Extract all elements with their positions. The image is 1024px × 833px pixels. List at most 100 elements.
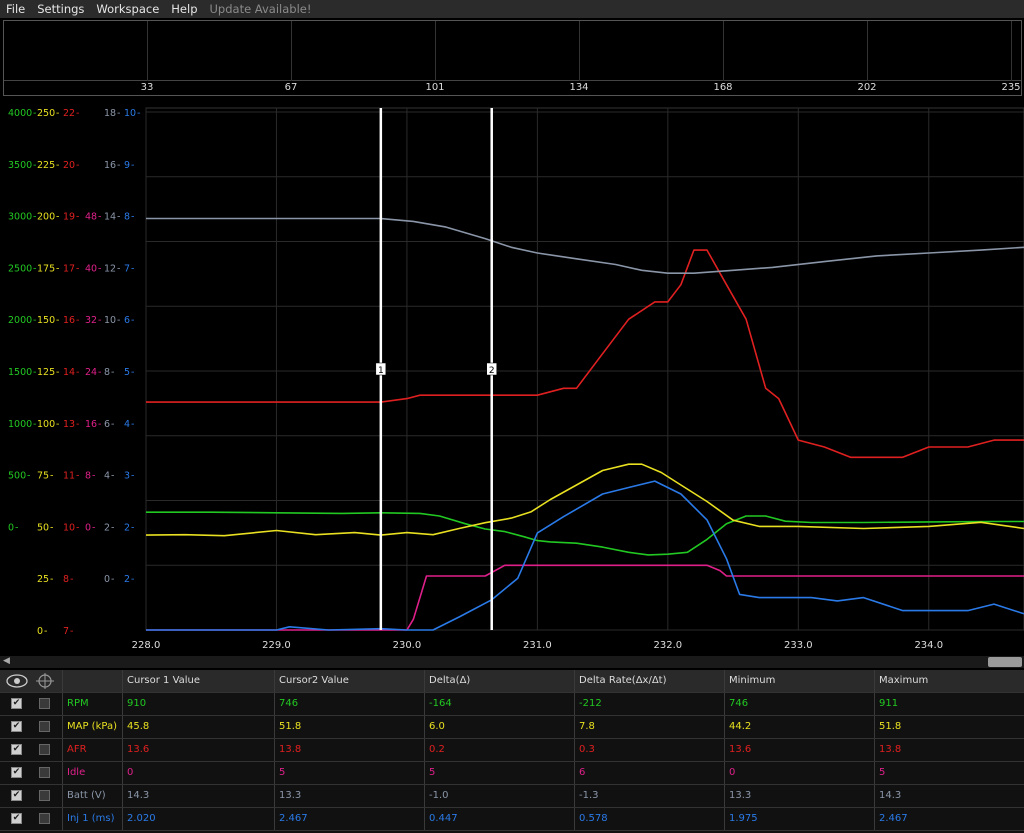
- value-cell: 2.467: [874, 808, 1024, 830]
- visible-checkbox[interactable]: ✔: [11, 813, 22, 824]
- scroll-left-icon[interactable]: ◀: [3, 656, 10, 666]
- y-tick-label-batt: 0: [104, 574, 110, 585]
- visible-checkbox[interactable]: ✔: [11, 790, 22, 801]
- overview-tick-label: 134: [569, 82, 589, 93]
- value-cell: 2.020: [122, 808, 274, 830]
- value-cell: 0.447: [424, 808, 574, 830]
- y-tick-label-afr: 8: [63, 574, 69, 585]
- x-tick-label: 234.0: [914, 640, 943, 651]
- y-tick-label-map: 75: [37, 471, 49, 482]
- timeline-overview[interactable]: 33 67 101 134 168 202 235: [3, 20, 1022, 96]
- value-cell: 910: [122, 693, 274, 715]
- value-cell: 0: [724, 762, 874, 784]
- x-tick-label: 232.0: [654, 640, 683, 651]
- y-tick-label-rpm: 500: [8, 471, 26, 482]
- cursor-values-table: Cursor 1 Value Cursor2 Value Delta(Δ) De…: [0, 670, 1024, 833]
- y-tick-dash: -: [131, 419, 134, 430]
- menu-file[interactable]: File: [0, 2, 31, 16]
- y-tick-dash: -: [117, 160, 120, 171]
- y-tick-dash: -: [131, 160, 134, 171]
- y-tick-dash: -: [33, 367, 36, 378]
- visibility-eye-icon[interactable]: [5, 672, 29, 690]
- value-cell: 5: [874, 762, 1024, 784]
- y-tick-label-idle: 24: [85, 367, 97, 378]
- target-checkbox[interactable]: [39, 698, 50, 709]
- y-tick-label-afr: 22: [63, 108, 75, 119]
- channel-name: Inj 1 (ms): [62, 808, 122, 830]
- y-tick-dash: -: [76, 212, 79, 223]
- x-tick-label: 228.0: [132, 640, 161, 651]
- y-tick-label-afr: 14: [63, 367, 75, 378]
- target-eye-icon[interactable]: [33, 672, 57, 690]
- menu-help[interactable]: Help: [165, 2, 203, 16]
- y-tick-dash: -: [27, 471, 30, 482]
- value-cell: 13.3: [724, 785, 874, 807]
- y-tick-dash: -: [117, 108, 120, 119]
- header-delta: Delta(Δ): [424, 670, 574, 692]
- header-maximum: Maximum: [874, 670, 1024, 692]
- y-tick-dash: -: [56, 108, 59, 119]
- cursor-label-1: 1: [378, 366, 384, 376]
- visible-checkbox[interactable]: ✔: [11, 744, 22, 755]
- target-checkbox[interactable]: [39, 790, 50, 801]
- y-tick-label-idle: 40: [85, 263, 97, 274]
- y-tick-dash: -: [76, 160, 79, 171]
- value-cell: 0: [122, 762, 274, 784]
- value-cell: 746: [724, 693, 874, 715]
- value-cell: -1.3: [574, 785, 724, 807]
- y-tick-label-afr: 16: [63, 315, 75, 326]
- y-tick-label-inj: 4: [124, 419, 130, 430]
- menu-update-available[interactable]: Update Available!: [204, 2, 318, 16]
- value-cell: 746: [274, 693, 424, 715]
- value-cell: 5: [424, 762, 574, 784]
- y-tick-label-afr: 13: [63, 419, 75, 430]
- value-cell: 7.8: [574, 716, 724, 738]
- y-tick-label-inj: 2: [124, 522, 130, 533]
- plot-area[interactable]: [145, 107, 1024, 631]
- y-tick-label-afr: 7: [63, 626, 69, 637]
- y-tick-label-inj: 10: [124, 108, 136, 119]
- y-tick-label-batt: 4: [104, 471, 110, 482]
- y-tick-dash: -: [111, 419, 114, 430]
- menu-settings[interactable]: Settings: [31, 2, 90, 16]
- visible-checkbox[interactable]: ✔: [11, 767, 22, 778]
- table-row: ✔ Inj 1 (ms) 2.020 2.467 0.447 0.578 1.975 2.46…: [0, 808, 1024, 831]
- y-tick-dash: -: [33, 263, 36, 274]
- value-cell: 13.6: [122, 739, 274, 761]
- y-tick-dash: -: [33, 419, 36, 430]
- channel-name: RPM: [62, 693, 122, 715]
- overview-tick-label: 168: [713, 82, 733, 93]
- y-tick-label-batt: 16: [104, 160, 116, 171]
- y-tick-dash: -: [50, 471, 53, 482]
- y-tick-dash: -: [44, 626, 47, 637]
- value-cell: 51.8: [274, 716, 424, 738]
- y-tick-label-inj: 6: [124, 315, 130, 326]
- target-checkbox[interactable]: [39, 744, 50, 755]
- value-cell: 0.578: [574, 808, 724, 830]
- y-tick-label-idle: 8: [85, 471, 91, 482]
- y-tick-label-rpm: 1500: [8, 367, 32, 378]
- visible-checkbox[interactable]: ✔: [11, 698, 22, 709]
- menu-workspace[interactable]: Workspace: [90, 2, 165, 16]
- y-tick-label-rpm: 0: [8, 522, 14, 533]
- visible-checkbox[interactable]: ✔: [11, 721, 22, 732]
- y-tick-label-rpm: 2500: [8, 263, 32, 274]
- target-checkbox[interactable]: [39, 767, 50, 778]
- scrollbar-thumb[interactable]: [988, 657, 1022, 667]
- header-cursor2: Cursor2 Value: [274, 670, 424, 692]
- log-chart[interactable]: 228.0 229.0 230.0 231.0 232.0 233.0 234.04000-…: [0, 96, 1024, 656]
- overview-gridline: [1011, 21, 1012, 81]
- horizontal-scrollbar[interactable]: ◀: [0, 656, 1024, 668]
- y-tick-dash: -: [111, 471, 114, 482]
- y-tick-dash: -: [98, 263, 101, 274]
- y-tick-dash: -: [111, 574, 114, 585]
- y-tick-label-idle: 0: [85, 522, 91, 533]
- y-tick-dash: -: [56, 315, 59, 326]
- header-channel: [62, 670, 122, 692]
- target-checkbox[interactable]: [39, 813, 50, 824]
- y-tick-label-map: 225: [37, 160, 55, 171]
- overview-tick-label: 235: [1001, 82, 1021, 93]
- value-cell: 0.2: [424, 739, 574, 761]
- target-checkbox[interactable]: [39, 721, 50, 732]
- y-tick-label-afr: 19: [63, 212, 75, 223]
